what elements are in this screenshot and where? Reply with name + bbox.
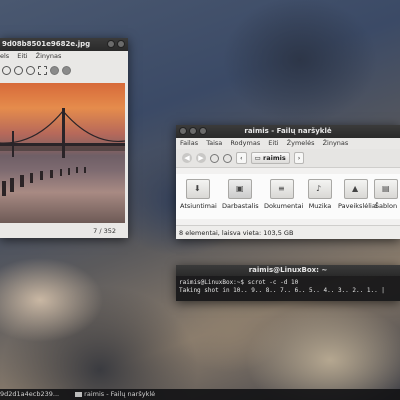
- music-folder-icon: ♪: [308, 179, 332, 199]
- search-icon[interactable]: [223, 153, 232, 163]
- image-viewer-toolbar: [0, 62, 128, 79]
- image-viewer-title: 9d08b8501e9682e.jpg: [2, 40, 91, 48]
- breadcrumb-left-button[interactable]: ‹: [236, 152, 247, 164]
- menu-help[interactable]: Žinynas: [323, 139, 349, 147]
- next-image-icon[interactable]: [62, 66, 71, 75]
- back-arrow-icon[interactable]: ◀: [182, 153, 192, 163]
- templates-folder-icon: ▤: [374, 179, 398, 199]
- file-manager-window: raimis - Failų naršyklė Failas Taisa Rod…: [176, 125, 400, 239]
- file-manager-status: 8 elementai, laisva vieta: 103,5 GB: [176, 225, 400, 239]
- breadcrumb-home[interactable]: ▭ raimis: [250, 152, 290, 164]
- image-viewer-window: 9d08b8501e9682e.jpg els Eiti Žinynas 7 /…: [0, 38, 128, 238]
- menu-go[interactable]: Eiti: [268, 139, 278, 147]
- fit-window-icon[interactable]: [38, 66, 47, 75]
- folder-label: Atsiuntimai: [180, 202, 217, 210]
- documents-folder-icon: ≡: [270, 179, 294, 199]
- menu-image[interactable]: els: [0, 52, 9, 60]
- forward-arrow-icon[interactable]: ▶: [196, 153, 206, 163]
- taskbar-item-file-manager[interactable]: raimis - Failų naršyklė: [71, 389, 155, 400]
- file-manager-titlebar[interactable]: raimis - Failų naršyklė: [176, 125, 400, 138]
- taskbar-item-image-viewer[interactable]: 9d2d1a4ecb239...: [0, 389, 59, 400]
- terminal-titlebar[interactable]: raimis@LinuxBox: ~: [176, 265, 400, 276]
- taskbar-item-label: raimis - Failų naršyklė: [84, 390, 156, 398]
- folder-label: Dokumentai: [264, 202, 304, 210]
- taskbar: 9d2d1a4ecb239... raimis - Failų naršyklė: [0, 389, 400, 400]
- maximize-button[interactable]: [117, 40, 125, 48]
- folder-view: ⬇ Atsiuntimai ▣ Darbastalis ≡ Dokumentai…: [176, 174, 400, 219]
- minimize-button[interactable]: [107, 40, 115, 48]
- zoom-in-icon[interactable]: [14, 66, 23, 75]
- file-manager-title: raimis - Failų naršyklė: [244, 127, 332, 135]
- home-folder-icon: ▭: [254, 154, 264, 162]
- menu-go[interactable]: Eiti: [17, 52, 27, 60]
- downloads-folder-icon: ⬇: [186, 179, 210, 199]
- minimize-button[interactable]: [189, 127, 197, 135]
- terminal-window: raimis@LinuxBox: ~ raimis@LinuxBox:~$ sc…: [176, 265, 400, 301]
- image-viewer-titlebar[interactable]: 9d08b8501e9682e.jpg: [0, 38, 128, 51]
- previous-image-icon[interactable]: [50, 66, 59, 75]
- menu-help[interactable]: Žinynas: [36, 52, 62, 60]
- menu-file[interactable]: Failas: [180, 139, 198, 147]
- zoom-out-icon[interactable]: [26, 66, 35, 75]
- folder-label: Darbastalis: [222, 202, 259, 210]
- breadcrumb-home-label: raimis: [263, 154, 286, 162]
- bridge-photo: [0, 83, 125, 223]
- menu-edit[interactable]: Taisa: [206, 139, 222, 147]
- taskbar-item-label: 9d2d1a4ecb239...: [0, 390, 60, 398]
- image-counter: 7 / 352: [93, 227, 116, 235]
- folder-item-desktop[interactable]: ▣ Darbastalis: [222, 179, 259, 210]
- folder-item-music[interactable]: ♪ Muzika: [302, 179, 338, 210]
- file-manager-toolbar: ◀ ▶ ‹ ▭ raimis ›: [176, 149, 400, 168]
- folder-item-documents[interactable]: ≡ Dokumentai: [264, 179, 304, 210]
- desktop-folder-icon: ▣: [228, 179, 252, 199]
- pictures-folder-icon: ▲: [344, 179, 368, 199]
- menu-bookmarks[interactable]: Žymelės: [287, 139, 315, 147]
- folder-item-downloads[interactable]: ⬇ Atsiuntimai: [180, 179, 217, 210]
- file-manager-window-controls: [179, 127, 207, 135]
- terminal-line: raimis@LinuxBox:~$ scrot -c -d 10: [179, 279, 299, 286]
- image-viewer-menubar: els Eiti Žinynas: [0, 51, 128, 62]
- menu-view[interactable]: Rodymas: [230, 139, 260, 147]
- folder-icon: [75, 391, 83, 397]
- breadcrumb-right-button[interactable]: ›: [293, 152, 305, 164]
- image-viewer-window-controls: [107, 40, 125, 48]
- folder-label: Muzika: [308, 202, 332, 210]
- folder-item-templates[interactable]: ▤ Šablon: [372, 179, 400, 210]
- close-button[interactable]: [179, 127, 187, 135]
- file-manager-menubar: Failas Taisa Rodymas Eiti Žymelės Žinyna…: [176, 138, 400, 149]
- maximize-button[interactable]: [199, 127, 207, 135]
- terminal-line: Taking shot in 10.. 9.. 8.. 7.. 6.. 5.. …: [179, 287, 385, 294]
- folder-item-pictures[interactable]: ▲ Paveikslėliai: [338, 179, 378, 210]
- folder-label: Šablon: [374, 202, 398, 210]
- terminal-title: raimis@LinuxBox: ~: [248, 266, 328, 274]
- bridge-photo-graphic: [0, 108, 125, 196]
- rotate-left-icon[interactable]: [2, 66, 11, 75]
- reload-icon[interactable]: [210, 153, 219, 163]
